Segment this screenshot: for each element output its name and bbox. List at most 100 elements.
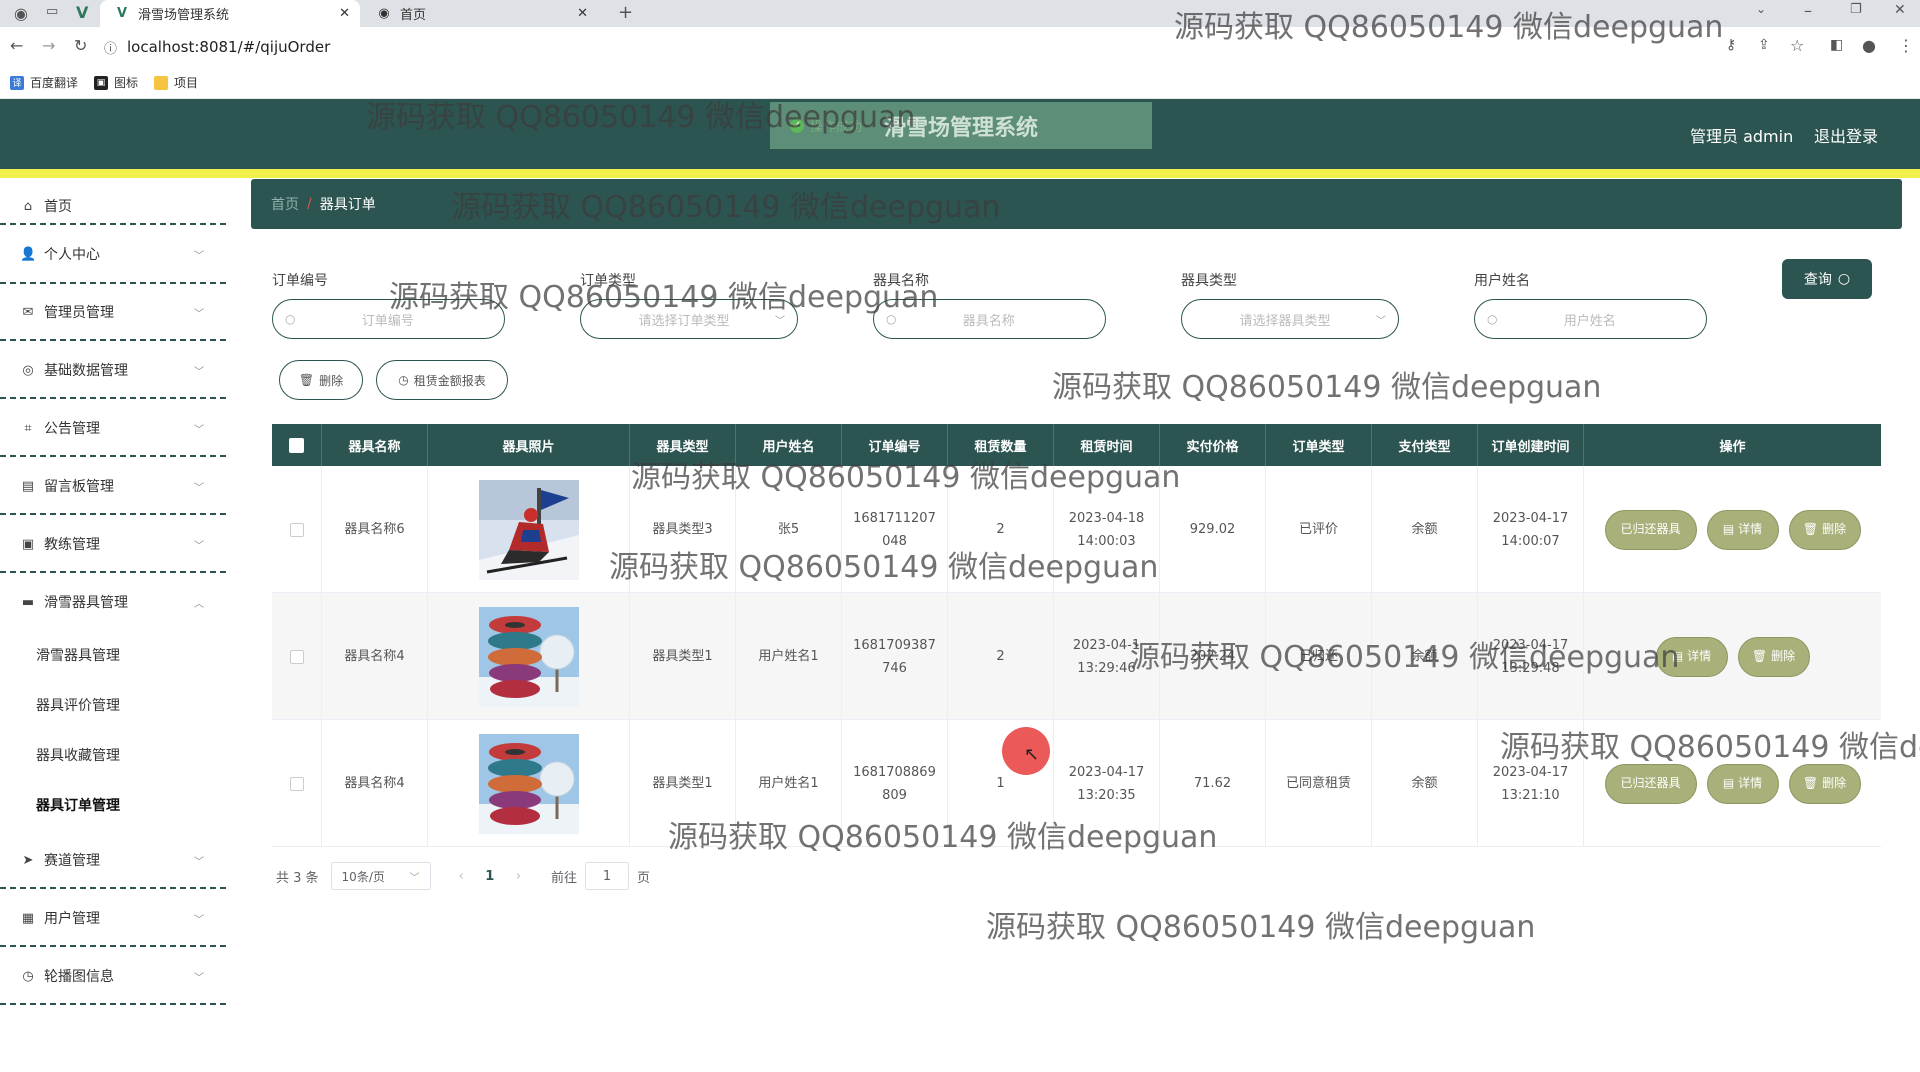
tab-title: 滑雪场管理系统 [138,8,230,23]
delete-button[interactable]: 🗑 删除 [1788,509,1861,550]
bookmark-baidu-translate[interactable]: 译 百度翻译 [10,74,78,91]
camera-icon: ▣ [21,536,35,552]
bookmark-icons[interactable]: ▣ 图标 [94,74,138,91]
page-size-select[interactable]: 10条/页 ﹀ [330,862,431,890]
sidebar-subitem-favorites[interactable]: 器具收藏管理 [36,745,120,765]
key-icon[interactable]: ⚷ [1726,37,1736,53]
cell-actions: ▤ 详情 🗑 删除 [1584,593,1881,720]
translate-icon: 译 [10,75,24,90]
vue-favicon-icon: V [116,6,128,21]
restore-icon[interactable]: ❐ [1850,2,1862,17]
return-equipment-button[interactable]: 已归还器具 [1604,509,1697,550]
cell-order-no: 1681708869 809 [842,720,948,847]
sidepanel-icon[interactable]: ◧ [1830,37,1843,53]
table-row: 器具名称4 器具类型1 用户姓名1 1681708869 809 1 2023-… [272,720,1881,847]
tab-home[interactable]: ◉ 首页 ✕ [362,0,598,27]
bookmark-project[interactable]: 项目 [154,74,198,91]
button-label: 详情 [1687,649,1712,663]
minimize-icon[interactable]: – [1804,1,1812,20]
sidebar-subitem-equipment[interactable]: 滑雪器具管理 [36,645,120,665]
share-icon[interactable]: ⇪ [1758,37,1770,53]
chevron-down-icon: ﹀ [194,972,204,984]
tab-ski-system[interactable]: V 滑雪场管理系统 ✕ [100,0,360,27]
next-page-icon[interactable]: › [516,869,521,884]
equipment-name-input[interactable]: ○ 器具名称 [873,299,1106,339]
chevron-down-icon: ﹀ [194,424,204,436]
equipment-type-select[interactable]: 请选择器具类型 ﹀ [1181,299,1399,339]
header-stripe [0,169,1920,178]
close-tab-icon[interactable]: ✕ [339,6,350,21]
sidebar-item-basedata[interactable]: ◎ 基础数据管理 ﹀ [0,342,226,398]
sidebar-item-tracks[interactable]: ➤ 赛道管理 ﹀ [0,832,226,888]
row-checkbox[interactable] [289,649,304,664]
chevron-up-icon: ︿ [194,598,204,610]
sidebar-item-label: 教练管理 [44,537,100,553]
pinned-tab-v-icon[interactable]: V [76,3,88,22]
sidebar-item-equipment[interactable]: ▬ 滑雪器具管理 ︿ [0,574,226,630]
url-field[interactable]: ⓘ localhost:8081/#/qijuOrder [104,32,1724,62]
address-bar: ← → ↻ ⓘ localhost:8081/#/qijuOrder ⚷ ⇪ ☆… [0,27,1920,67]
created-time: 13:21:10 [1501,787,1560,803]
breadcrumb-current: 器具订单 [319,197,376,213]
sidebar-item-label: 滑雪器具管理 [44,595,128,611]
order-no-input[interactable]: ○ 订单编号 [272,299,505,339]
sidebar-item-coaches[interactable]: ▣ 教练管理 ﹀ [0,516,226,572]
star-icon[interactable]: ☆ [1790,36,1804,55]
query-button[interactable]: 查询 ○ [1782,259,1872,299]
sidebar-divider [0,887,226,889]
row-select-cell [272,720,322,847]
sidebar-item-users[interactable]: ▦ 用户管理 ﹀ [0,890,226,946]
row-checkbox[interactable] [289,776,304,791]
goto-page-input[interactable]: 1 [584,862,629,890]
cell-type: 器具类型3 [630,466,736,593]
pinned-tab-icon[interactable]: ▭ [46,4,58,19]
batch-delete-button[interactable]: 🗑 删除 [279,360,363,400]
menu-icon[interactable]: ⋮ [1898,36,1914,55]
new-tab-button[interactable]: + [618,2,633,23]
user-name-input[interactable]: ○ 用户姓名 [1474,299,1707,339]
page-size-value: 10条/页 [341,869,385,884]
cell-order-type: 已评价 [1266,466,1372,593]
profile-icon[interactable]: ● [1862,36,1876,55]
row-checkbox[interactable] [289,522,304,537]
return-equipment-button[interactable]: 已归还器具 [1604,763,1697,804]
bookmarks-bar: 译 百度翻译 ▣ 图标 项目 [0,67,1920,99]
rent-time: 13:29:46 [1077,660,1136,676]
delete-button[interactable]: 🗑 删除 [1788,763,1861,804]
detail-button[interactable]: ▤ 详情 [1655,636,1728,677]
clipboard-icon: ▦ [21,910,35,926]
mouse-cursor-icon: ↖ [1024,744,1040,765]
detail-button[interactable]: ▤ 详情 [1706,763,1779,804]
prev-page-icon[interactable]: ‹ [459,869,464,884]
trash-icon: 🗑 [298,373,315,387]
equipment-type-label: 器具类型 [1181,273,1237,289]
browser-app-icon[interactable]: ◉ [14,4,28,23]
sidebar-item-admins[interactable]: ✉ 管理员管理 ﹀ [0,284,226,340]
breadcrumb-home[interactable]: 首页 [271,194,299,214]
back-icon[interactable]: ← [10,36,23,55]
site-info-icon[interactable]: ⓘ [104,38,117,57]
user-name-label: 用户姓名 [1474,273,1530,289]
crop-icon: ⌗ [24,420,32,436]
created-time: 13:29:48 [1501,660,1560,676]
close-tab-icon[interactable]: ✕ [577,6,588,21]
delete-button[interactable]: 🗑 删除 [1737,636,1810,677]
sidebar-item-profile[interactable]: 👤 个人中心 ﹀ [0,226,226,282]
sidebar-item-carousel[interactable]: ◷ 轮播图信息 ﹀ [0,948,226,1004]
sidebar-subitem-reviews[interactable]: 器具评价管理 [36,695,120,715]
sidebar-divider [0,397,226,399]
forward-icon[interactable]: → [42,36,55,55]
logout-link[interactable]: 退出登录 [1814,123,1878,147]
tab-search-icon[interactable]: ⌄ [1756,2,1766,16]
page-number[interactable]: 1 [476,869,504,884]
order-type-select[interactable]: 请选择订单类型 ﹀ [580,299,798,339]
cell-user: 用户姓名1 [736,593,842,720]
sidebar-item-messages[interactable]: ▤ 留言板管理 ﹀ [0,458,226,514]
close-window-icon[interactable]: ✕ [1894,2,1906,18]
detail-button[interactable]: ▤ 详情 [1706,509,1779,550]
reload-icon[interactable]: ↻ [74,36,87,55]
sidebar-item-notices[interactable]: ⌗ 公告管理 ﹀ [0,400,226,456]
sidebar-subitem-orders[interactable]: 器具订单管理 [36,795,120,815]
select-all-checkbox[interactable] [289,437,304,453]
rent-report-button[interactable]: ◷ 租赁金额报表 [376,360,508,400]
